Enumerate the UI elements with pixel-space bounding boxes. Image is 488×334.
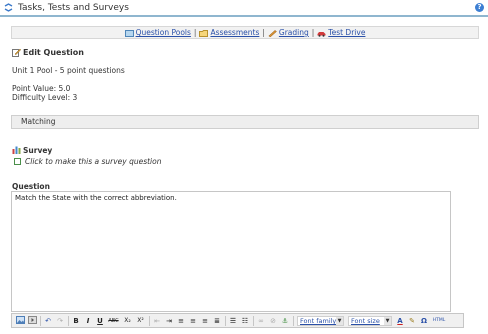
page-title: Tasks, Tests and Surveys — [18, 3, 129, 13]
survey-label-text: Survey — [23, 146, 53, 155]
nav-grading-link[interactable]: Grading — [279, 28, 309, 37]
edit-question-heading: Edit Question — [12, 48, 84, 57]
assessments-icon — [199, 29, 209, 37]
undo-icon[interactable]: ↶ — [43, 316, 53, 326]
point-value: Point Value: 5.0 — [12, 84, 71, 93]
link-icon[interactable]: ∞ — [256, 316, 266, 326]
strikethrough-button[interactable]: ABC — [107, 316, 120, 326]
survey-section-label: Survey — [12, 146, 52, 155]
font-family-select[interactable]: Font family ▼ — [297, 316, 344, 326]
question-pools-icon — [124, 29, 134, 37]
bullet-list-icon[interactable]: ☰ — [228, 316, 238, 326]
toolbar-separator — [149, 316, 150, 326]
superscript-button[interactable]: X² — [135, 316, 146, 326]
chevron-down-icon: ▼ — [336, 317, 343, 325]
align-right-icon[interactable]: ≡ — [200, 316, 210, 326]
bold-button[interactable]: B — [71, 316, 81, 326]
question-type-bar: Matching — [11, 115, 479, 129]
toolbar-separator — [225, 316, 226, 326]
media-icon[interactable] — [27, 316, 37, 326]
survey-checkbox[interactable] — [14, 158, 21, 165]
special-character-button[interactable]: Ω — [419, 316, 429, 326]
underline-button[interactable]: U — [95, 316, 105, 326]
nav-separator: | — [193, 28, 197, 37]
difficulty-level: Difficulty Level: 3 — [12, 93, 78, 102]
nav-separator: | — [262, 28, 265, 37]
align-justify-icon[interactable]: ≣ — [212, 316, 222, 326]
image-icon[interactable] — [15, 316, 25, 326]
font-size-select[interactable]: Font size ▼ — [348, 316, 392, 326]
anchor-icon[interactable]: ⚓ — [280, 316, 290, 326]
survey-checkbox-label[interactable]: Click to make this a survey question — [25, 157, 161, 166]
chevron-down-icon: ▼ — [384, 317, 391, 325]
indent-icon[interactable]: ⇥ — [164, 316, 174, 326]
redo-icon[interactable]: ↷ — [55, 316, 65, 326]
question-type-label: Matching — [21, 117, 56, 126]
survey-chart-icon — [12, 146, 21, 154]
text-color-button[interactable]: A — [395, 316, 405, 326]
grading-icon — [268, 29, 277, 37]
spellcheck-icon[interactable]: ✎ — [407, 316, 417, 326]
align-center-icon[interactable]: ≡ — [188, 316, 198, 326]
toolbar-separator — [253, 316, 254, 326]
tool-nav-bar: Question Pools | Assessments | Grading | Test … — [11, 26, 479, 39]
font-family-value: Font family — [300, 317, 337, 325]
nav-test-drive-link[interactable]: Test Drive — [328, 28, 365, 37]
tasks-icon — [4, 3, 13, 12]
edit-pencil-icon — [12, 48, 22, 57]
italic-button[interactable]: I — [83, 316, 93, 326]
editor-toolbar: ↶ ↷ B I U ABC X₂ X² ⇤ ⇥ ≡ ≡ ≡ ≣ ☰ ☷ ∞ ⊘ … — [11, 313, 464, 328]
align-left-icon[interactable]: ≡ — [176, 316, 186, 326]
toolbar-separator — [293, 316, 294, 326]
nav-separator: | — [311, 28, 315, 37]
html-source-button[interactable]: HTML — [431, 316, 447, 326]
nav-assessments-link[interactable]: Assessments — [210, 28, 259, 37]
numbered-list-icon[interactable]: ☷ — [240, 316, 250, 326]
toolbar-separator — [68, 316, 69, 326]
pool-name: Unit 1 Pool - 5 point questions — [12, 66, 125, 75]
question-label: Question — [12, 182, 50, 191]
test-drive-car-icon — [317, 31, 326, 37]
nav-question-pools-link[interactable]: Question Pools — [136, 28, 191, 37]
subscript-button[interactable]: X₂ — [122, 316, 133, 326]
page-header: Tasks, Tests and Surveys ? — [0, 0, 488, 17]
question-editor[interactable]: Match the State with the correct abbrevi… — [11, 191, 451, 312]
outdent-icon[interactable]: ⇤ — [152, 316, 162, 326]
edit-question-title: Edit Question — [23, 48, 84, 57]
unlink-icon[interactable]: ⊘ — [268, 316, 278, 326]
toolbar-separator — [40, 316, 41, 326]
help-icon[interactable]: ? — [475, 3, 484, 12]
question-text[interactable]: Match the State with the correct abbrevi… — [15, 194, 177, 202]
font-size-value: Font size — [351, 317, 380, 325]
